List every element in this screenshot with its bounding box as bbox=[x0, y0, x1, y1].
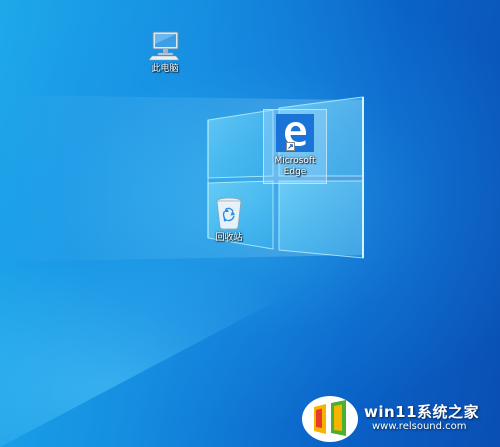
win11-logo-icon bbox=[302, 396, 358, 442]
desktop[interactable]: 此电脑 Microsoft Edge 回收站 win11系统之家 www.rel… bbox=[0, 0, 500, 447]
computer-icon bbox=[148, 31, 180, 61]
desktop-icon-label: Microsoft Edge bbox=[274, 156, 316, 177]
watermark-url: www.relsound.com bbox=[372, 421, 467, 432]
desktop-icon-microsoft-edge[interactable]: Microsoft Edge bbox=[263, 109, 327, 184]
desktop-icon-label: 回收站 bbox=[215, 233, 243, 243]
desktop-icon-recycle-bin[interactable]: 回收站 bbox=[203, 195, 255, 244]
edge-icon bbox=[276, 114, 314, 152]
site-watermark: win11系统之家 www.relsound.com bbox=[296, 390, 500, 447]
desktop-icon-label: 此电脑 bbox=[151, 64, 179, 74]
watermark-title: win11系统之家 bbox=[364, 403, 480, 421]
shortcut-arrow-icon bbox=[286, 142, 295, 151]
recycle-bin-icon bbox=[216, 197, 242, 230]
desktop-icon-this-pc[interactable]: 此电脑 bbox=[140, 28, 190, 75]
